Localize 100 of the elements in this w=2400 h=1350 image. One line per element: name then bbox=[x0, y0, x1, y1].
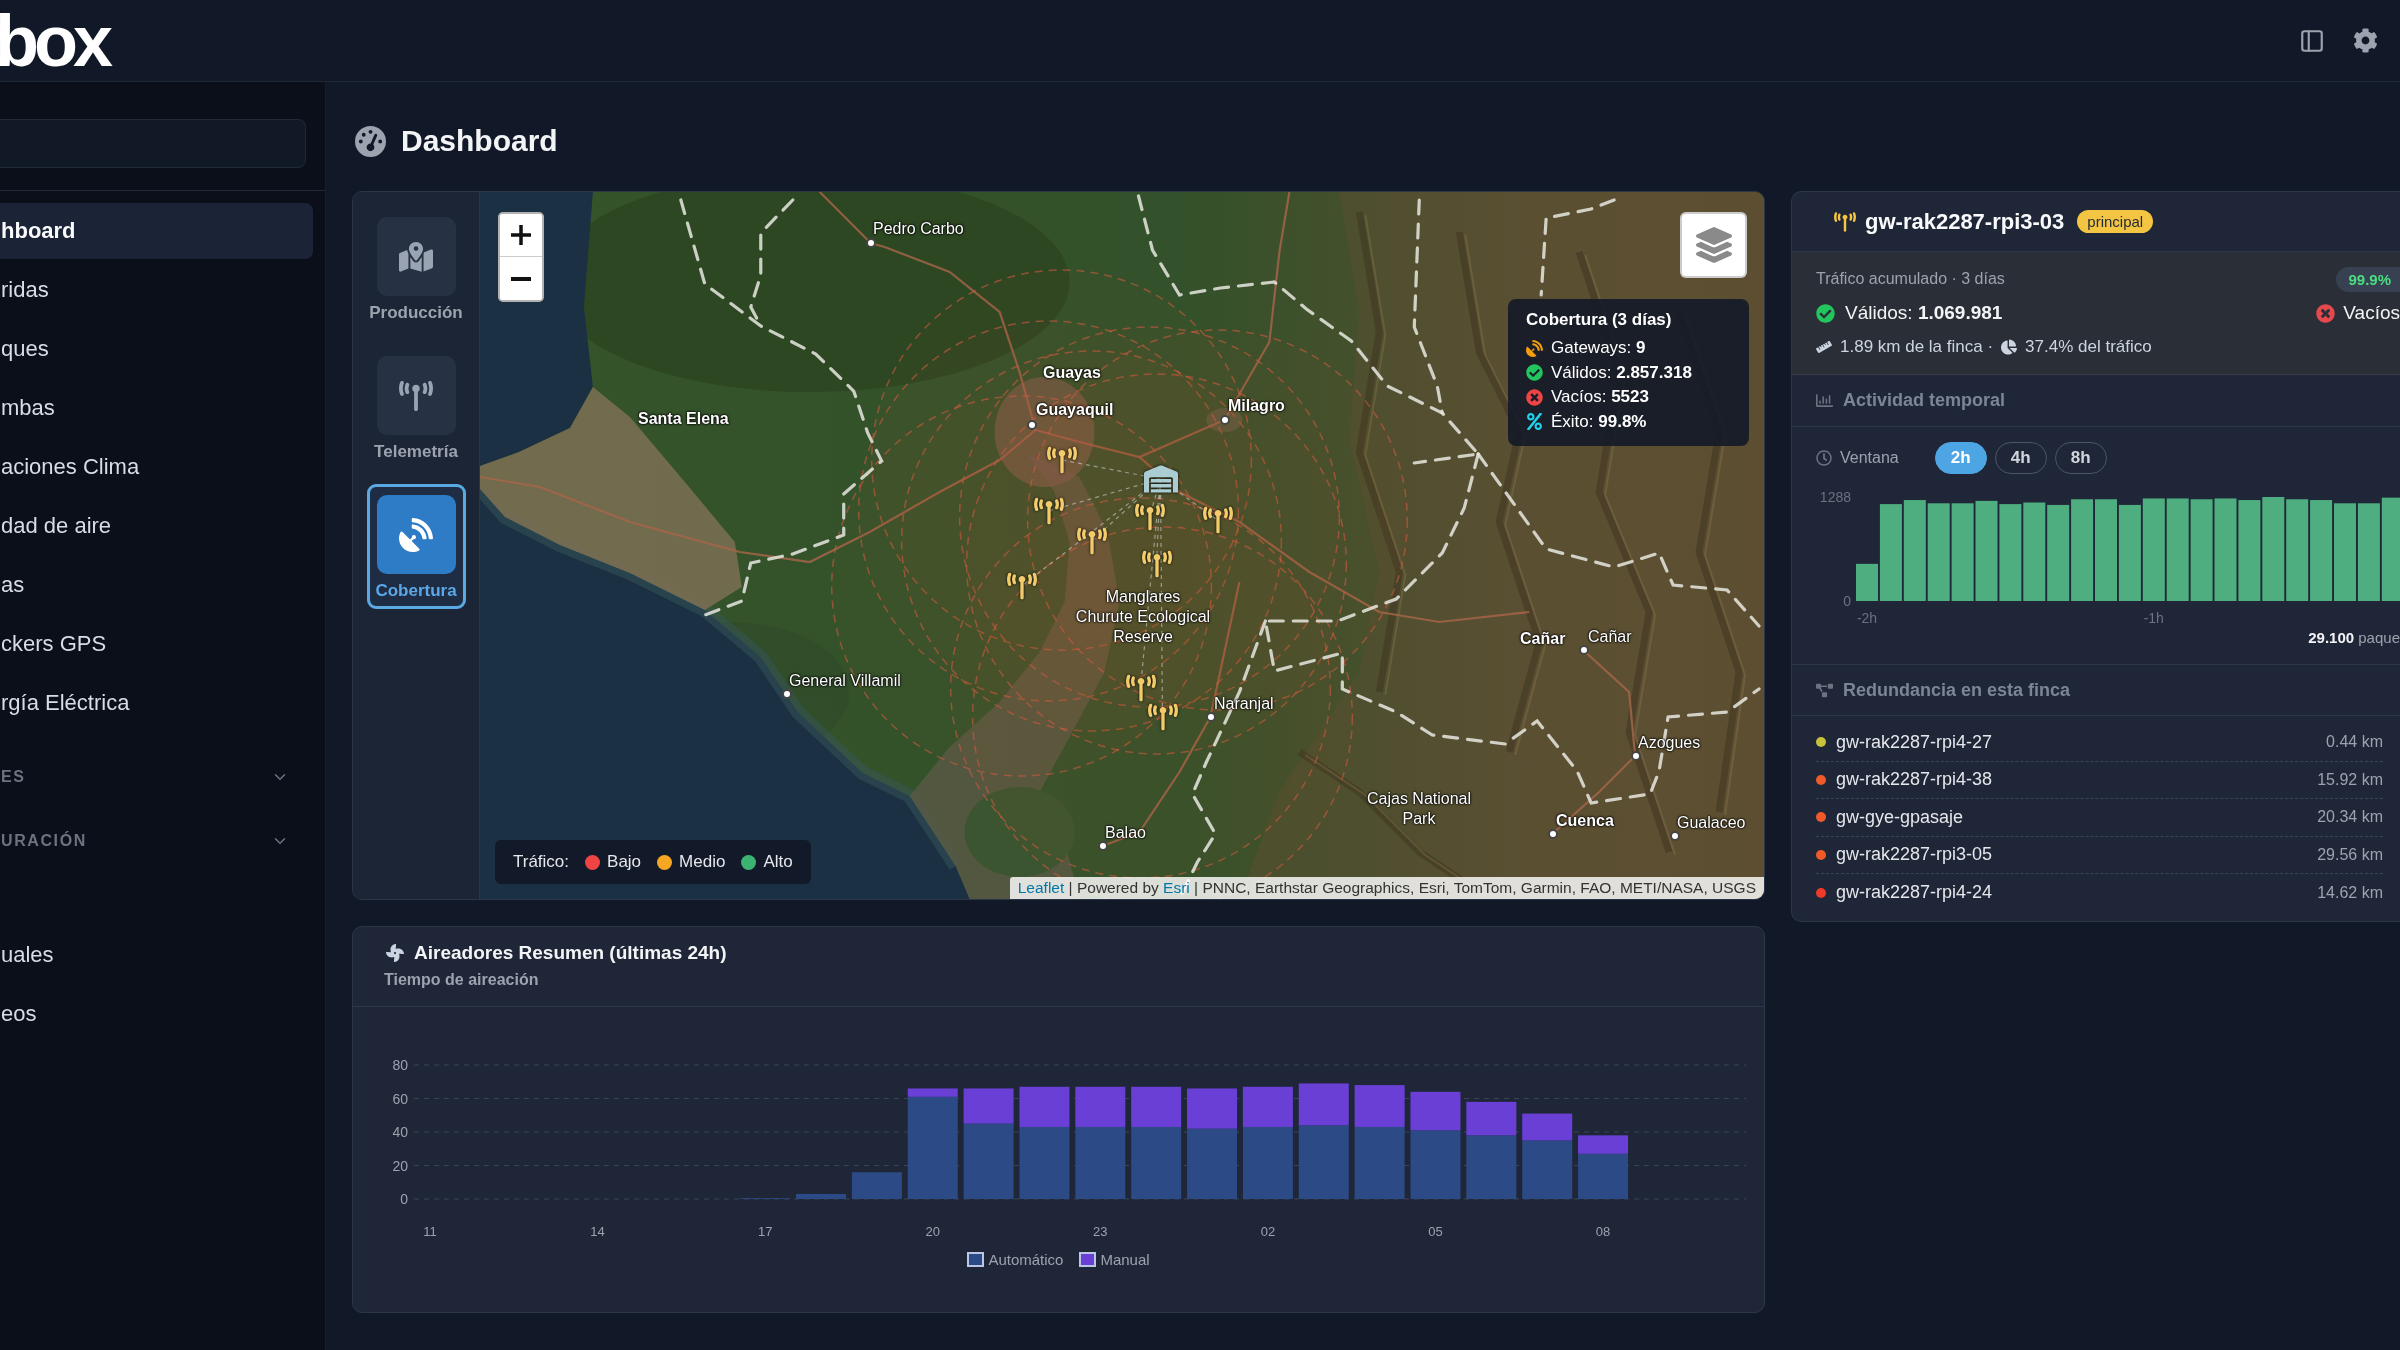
traffic-share: 37.4% del tráfico bbox=[2025, 337, 2152, 357]
place-label: Cañar bbox=[1520, 629, 1566, 649]
place-label: Guayas bbox=[1043, 363, 1101, 383]
axis-tick-label: 20 bbox=[392, 1157, 408, 1174]
place-dot-icon bbox=[1027, 420, 1037, 430]
axis-tick-label: 02 bbox=[1260, 1224, 1276, 1239]
place-label: Gualaceo bbox=[1677, 813, 1746, 833]
nav-item[interactable]: eos bbox=[0, 986, 313, 1042]
axis-tick-label: 40 bbox=[392, 1124, 408, 1140]
status-badge: principal bbox=[2077, 210, 2154, 233]
antenna-icon[interactable] bbox=[1034, 496, 1064, 526]
nav-item[interactable]: ckers GPS bbox=[0, 616, 313, 672]
place-label: Pedro Carbo bbox=[873, 219, 964, 239]
satellite-dish-icon bbox=[1526, 339, 1543, 357]
place-label: Naranjal bbox=[1214, 694, 1274, 714]
search-field[interactable] bbox=[0, 119, 306, 168]
place-dot-icon bbox=[866, 238, 876, 248]
gateway-name: gw-gye-gpasaje bbox=[1836, 806, 1964, 828]
legend-label: Alto bbox=[763, 852, 793, 872]
axis-tick-label: 23 bbox=[1093, 1224, 1108, 1239]
gateway-distance: 14.62 km bbox=[2317, 883, 2383, 902]
percent-icon bbox=[1526, 413, 1543, 431]
nav-item[interactable]: aciones Clima bbox=[0, 439, 313, 495]
legend-label[interactable]: Automático bbox=[988, 1250, 1064, 1268]
layers-button[interactable] bbox=[1680, 212, 1747, 278]
axis-tick-label: 08 bbox=[1595, 1224, 1611, 1239]
nav-item[interactable]: uales bbox=[0, 927, 313, 983]
antenna-icon[interactable] bbox=[1047, 445, 1077, 475]
map-attribution: Leaflet | Powered by Esri | PNNC, Earthstar Geographics, Esri, TomTom, Garmin, FAO, METI/NASA, USGS bbox=[1009, 877, 1764, 899]
settings-icon[interactable] bbox=[2353, 28, 2378, 53]
pie-chart-icon bbox=[2001, 339, 2018, 355]
page-title: Dashboard bbox=[401, 124, 558, 158]
place-label: Cuenca bbox=[1556, 811, 1614, 831]
place-label: Manglares Churute Ecological Reserve bbox=[1075, 587, 1211, 647]
place-label: Azogues bbox=[1638, 733, 1701, 753]
map-marker-icon bbox=[376, 217, 456, 296]
tooltip-title: Cobertura (3 días) bbox=[1526, 310, 1672, 330]
place-dot-icon bbox=[1579, 645, 1589, 655]
antenna-icon[interactable] bbox=[1007, 571, 1037, 601]
place-dot-icon bbox=[1670, 831, 1680, 841]
section-title: Redundancia en esta finca bbox=[1843, 679, 2071, 701]
farm-distance: 1.89 km de la finca · bbox=[1840, 337, 1994, 357]
antenna-icon[interactable] bbox=[1148, 702, 1178, 732]
nav-item[interactable]: mbas bbox=[0, 380, 313, 436]
axis-tick-label: -2h bbox=[1856, 610, 1878, 626]
ruler-icon bbox=[1816, 339, 1832, 355]
nav-item[interactable]: hboard bbox=[0, 203, 313, 259]
gauge-icon bbox=[355, 125, 386, 157]
logo-wordmark: box bbox=[0, 4, 110, 77]
place-label: Guayaquil bbox=[1036, 400, 1114, 420]
window-label: Ventana bbox=[1840, 449, 1899, 467]
plus-icon bbox=[511, 225, 531, 245]
nav-item[interactable]: ridas bbox=[0, 262, 313, 318]
valid-count: Válidos: 1.069.981 bbox=[1845, 302, 2003, 324]
clock-icon bbox=[1816, 450, 1832, 466]
antenna-icon[interactable] bbox=[1203, 505, 1233, 535]
nav-item[interactable]: dad de aire bbox=[0, 498, 313, 554]
legend-title: Tráfico: bbox=[513, 852, 570, 872]
nav-section-toggle[interactable]: ES bbox=[0, 757, 325, 797]
axis-tick-label: 0 bbox=[400, 1191, 408, 1207]
axis-tick-label: 17 bbox=[757, 1224, 773, 1239]
empty-count: Vacíos bbox=[2343, 302, 2400, 324]
diagram-icon bbox=[1816, 681, 1833, 699]
gateway-name: gw-rak2287-rpi4-27 bbox=[1836, 731, 1993, 753]
section-title: Actividad temporal bbox=[1843, 390, 2006, 411]
success-rate-badge: 99.9% bbox=[2336, 266, 2400, 292]
card-subtitle: Tiempo de aireación bbox=[384, 971, 539, 989]
nav-item[interactable]: as bbox=[0, 557, 313, 613]
zoom-in-button[interactable] bbox=[500, 214, 542, 257]
antenna-icon[interactable] bbox=[1077, 526, 1107, 556]
traffic-caption: Tráfico acumulado · 3 días bbox=[1816, 270, 2005, 288]
antenna-icon bbox=[1834, 210, 1856, 233]
nav-item[interactable]: ques bbox=[0, 321, 313, 377]
axis-tick-label: 20 bbox=[925, 1224, 940, 1239]
place-dot-icon bbox=[782, 689, 792, 699]
legend-label: Medio bbox=[679, 852, 726, 872]
map-mode-tab[interactable]: Producción bbox=[366, 206, 466, 331]
antenna-icon[interactable] bbox=[1126, 673, 1156, 703]
gateway-name: gw-rak2287-rpi4-38 bbox=[1836, 769, 1993, 791]
axis-tick-label: 1288 bbox=[1819, 489, 1851, 505]
place-dot-icon bbox=[1631, 751, 1641, 761]
sidebar-toggle-icon[interactable] bbox=[2299, 27, 2325, 54]
warehouse-icon[interactable] bbox=[1144, 462, 1178, 496]
attribution-link[interactable]: Esri bbox=[1163, 879, 1190, 896]
nav-section-toggle[interactable]: URACIÓN bbox=[0, 821, 325, 861]
attribution-link[interactable]: Leaflet bbox=[1017, 879, 1065, 896]
gateway-distance: 29.56 km bbox=[2317, 845, 2383, 864]
bar-chart-icon bbox=[1816, 392, 1833, 409]
nav-item[interactable]: rgía Eléctrica bbox=[0, 675, 313, 731]
legend-label[interactable]: Manual bbox=[1100, 1250, 1150, 1268]
card-title: Aireadores Resumen (últimas 24h) bbox=[414, 942, 727, 964]
gateway-name: gw-rak2287-rpi4-24 bbox=[1836, 882, 1993, 904]
antenna-icon[interactable] bbox=[1135, 502, 1165, 532]
legend-label: Bajo bbox=[607, 852, 642, 872]
map-mode-tab[interactable]: Cobertura bbox=[366, 484, 466, 609]
map-mode-tab[interactable]: Telemetría bbox=[366, 345, 466, 470]
antenna-icon[interactable] bbox=[1142, 549, 1172, 579]
axis-tick-label: 11 bbox=[423, 1224, 437, 1239]
antenna-icon bbox=[376, 356, 456, 435]
gateway-distance: 20.34 km bbox=[2317, 808, 2383, 827]
